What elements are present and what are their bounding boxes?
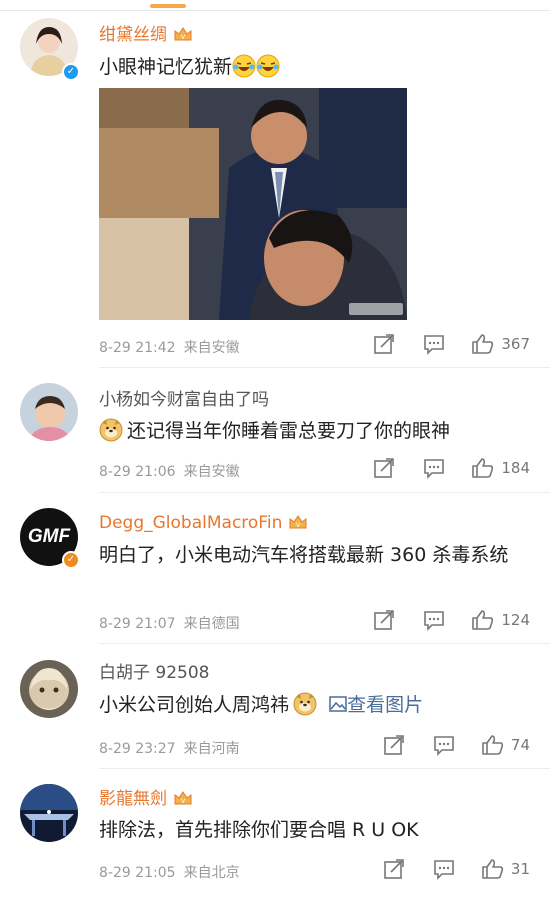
avatar[interactable] — [20, 660, 78, 718]
like-count: 31 — [510, 860, 530, 878]
scroll-indicator — [150, 4, 186, 8]
comment-actions: 74 — [383, 734, 530, 756]
divider — [99, 768, 550, 769]
repost-icon[interactable] — [373, 609, 395, 631]
comment-date: 8-29 21:07 — [99, 616, 176, 632]
comment-icon[interactable] — [433, 734, 455, 756]
image-icon — [329, 696, 347, 712]
doge-emoji — [293, 692, 317, 716]
divider — [99, 367, 550, 368]
thumbs-up-icon — [472, 458, 494, 478]
laughing-crying-emoji — [256, 54, 280, 78]
top-divider — [0, 10, 550, 11]
comment-date: 8-29 21:06 — [99, 464, 176, 480]
comment-location: 来自北京 — [183, 865, 240, 881]
comment-date: 8-29 21:42 — [99, 340, 176, 356]
comment-location: 来自安徽 — [183, 340, 240, 356]
comment-text: 排除法，首先排除你们要合唱 R U OK — [99, 819, 419, 841]
comment-location: 来自安徽 — [183, 464, 240, 480]
avatar[interactable] — [20, 784, 78, 842]
username[interactable]: Degg_GlobalMacroFin V — [99, 512, 308, 534]
avatar[interactable] — [20, 383, 78, 441]
comment-actions: 31 — [383, 858, 530, 880]
verified-badge-icon: ✓ — [62, 551, 80, 569]
doge-emoji — [99, 418, 123, 442]
repost-icon[interactable] — [383, 734, 405, 756]
comment-meta: 8-29 21:42 来自安徽 — [99, 337, 240, 357]
comment-text: 明白了，小米电动汽车将搭载最新 360 杀毒系统 — [99, 544, 509, 566]
vip-crown-icon: V — [173, 789, 193, 807]
username[interactable]: 白胡子 92508 — [99, 662, 209, 684]
repost-icon[interactable] — [373, 457, 395, 479]
repost-icon[interactable] — [373, 333, 395, 355]
comment-icon[interactable] — [423, 457, 445, 479]
comment-actions: 367 — [373, 333, 530, 355]
like-count: 124 — [501, 611, 530, 629]
comment-icon[interactable] — [423, 333, 445, 355]
comment-text: 还记得当年你睡着雷总要刀了你的眼神 — [99, 416, 519, 446]
thumbs-up-icon — [482, 859, 504, 879]
like-count: 184 — [501, 459, 530, 477]
comment-meta: 8-29 21:07 来自德国 — [99, 613, 240, 633]
username[interactable]: 绀黛丝绸 V — [99, 24, 193, 46]
comment-icon[interactable] — [433, 858, 455, 880]
comment-image[interactable] — [99, 88, 407, 320]
like-count: 367 — [501, 335, 530, 353]
vip-crown-icon: V — [173, 25, 193, 43]
comment-text: 小眼神记忆犹新 — [99, 52, 519, 82]
comment-actions: 184 — [373, 457, 530, 479]
laughing-crying-emoji — [232, 54, 256, 78]
comment-actions: 124 — [373, 609, 530, 631]
like-count: 74 — [510, 736, 530, 754]
comment-meta: 8-29 21:06 来自安徽 — [99, 461, 240, 481]
comment-date: 8-29 23:27 — [99, 741, 176, 757]
comment-text: 小米公司创始人周鸿祎 查看图片 — [99, 692, 424, 716]
like-button[interactable]: 184 — [471, 457, 530, 479]
divider — [99, 492, 550, 493]
comment-icon[interactable] — [423, 609, 445, 631]
comment-location: 来自河南 — [183, 741, 240, 757]
repost-icon[interactable] — [383, 858, 405, 880]
view-image-link[interactable]: 查看图片 — [329, 694, 423, 716]
thumbs-up-icon — [472, 334, 494, 354]
comment-meta: 8-29 21:05 来自北京 — [99, 862, 240, 882]
like-button[interactable]: 367 — [471, 333, 530, 355]
like-button[interactable]: 124 — [471, 609, 530, 631]
comment-meta: 8-29 23:27 来自河南 — [99, 738, 240, 758]
like-button[interactable]: 74 — [481, 734, 530, 756]
divider — [99, 643, 550, 644]
comment-date: 8-29 21:05 — [99, 865, 176, 881]
comment-location: 来自德国 — [183, 616, 240, 632]
like-button[interactable]: 31 — [481, 858, 530, 880]
thumbs-up-icon — [482, 735, 504, 755]
verified-badge-icon: ✓ — [62, 63, 80, 81]
thumbs-up-icon — [472, 610, 494, 630]
username[interactable]: 小杨如今财富自由了吗 — [99, 389, 269, 411]
username[interactable]: 影龍無劍 V — [99, 788, 193, 810]
vip-crown-icon: V — [288, 513, 308, 531]
